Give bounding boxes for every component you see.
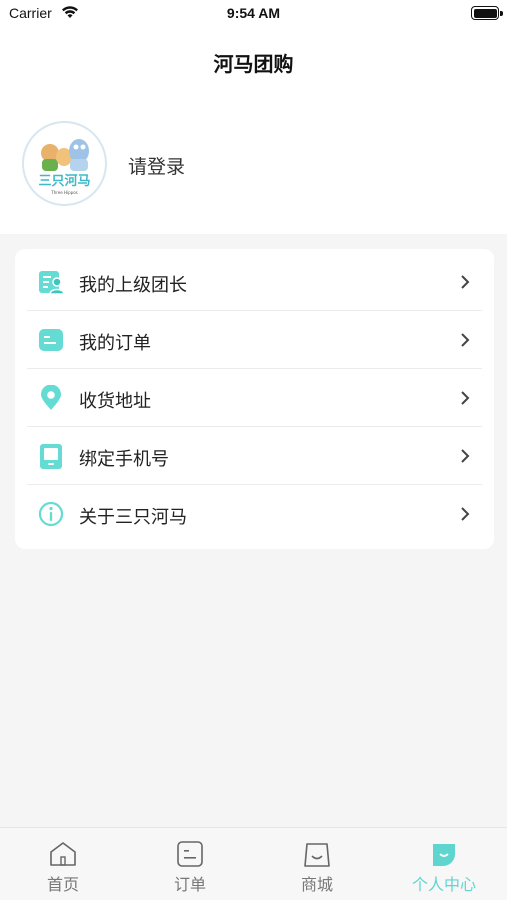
hippo-logo-icon: 三只河马 Three Hippos [24, 123, 105, 204]
info-icon [38, 501, 64, 527]
tab-bar: 首页 订单 商城 个人中心 [0, 827, 507, 900]
order-icon [177, 841, 203, 867]
leader-icon [39, 271, 64, 295]
battery-icon [471, 6, 499, 20]
menu-card: 我的上级团长 我的订单 收货地址 绑定手机号 关于三只河马 [15, 249, 494, 549]
profile-header: 河马团购 三只河马 Three Hippos 请登录 [0, 28, 507, 234]
menu-item-leader[interactable]: 我的上级团长 [15, 253, 494, 311]
chevron-right-icon [461, 449, 470, 463]
status-bar: Carrier 9:54 AM [0, 0, 507, 28]
chevron-right-icon [461, 391, 470, 405]
tab-orders[interactable]: 订单 [127, 828, 253, 900]
location-icon [41, 385, 61, 410]
menu-item-about[interactable]: 关于三只河马 [15, 485, 494, 543]
phone-icon [40, 444, 62, 469]
tab-label: 订单 [173, 875, 206, 894]
tab-label: 首页 [46, 875, 79, 894]
menu-item-label: 收货地址 [79, 391, 151, 412]
bag-icon [304, 843, 330, 867]
status-time: 9:54 AM [226, 5, 281, 21]
battery-tip [500, 11, 503, 16]
tab-shop[interactable]: 商城 [254, 828, 380, 900]
menu-item-label: 关于三只河马 [79, 507, 187, 528]
menu-item-label: 绑定手机号 [79, 449, 169, 470]
home-icon [50, 842, 76, 866]
chevron-right-icon [461, 333, 470, 347]
tab-label: 个人中心 [411, 875, 476, 894]
menu-item-address[interactable]: 收货地址 [15, 369, 494, 427]
chevron-right-icon [461, 275, 470, 289]
tab-label: 商城 [300, 875, 333, 894]
profile-icon [433, 844, 455, 866]
svg-text:三只河马: 三只河马 [38, 173, 90, 189]
menu-item-phone[interactable]: 绑定手机号 [15, 427, 494, 485]
menu-item-label: 我的上级团长 [79, 275, 187, 296]
order-icon [39, 329, 63, 351]
avatar[interactable]: 三只河马 Three Hippos [22, 121, 107, 206]
menu-item-orders[interactable]: 我的订单 [15, 311, 494, 369]
page-title: 河马团购 [213, 52, 294, 76]
menu-item-label: 我的订单 [79, 333, 151, 354]
login-link[interactable]: 请登录 [128, 152, 185, 179]
tab-home[interactable]: 首页 [0, 828, 126, 900]
tab-profile[interactable]: 个人中心 [381, 828, 507, 900]
svg-text:Three Hippos: Three Hippos [50, 190, 77, 195]
chevron-right-icon [461, 507, 470, 521]
